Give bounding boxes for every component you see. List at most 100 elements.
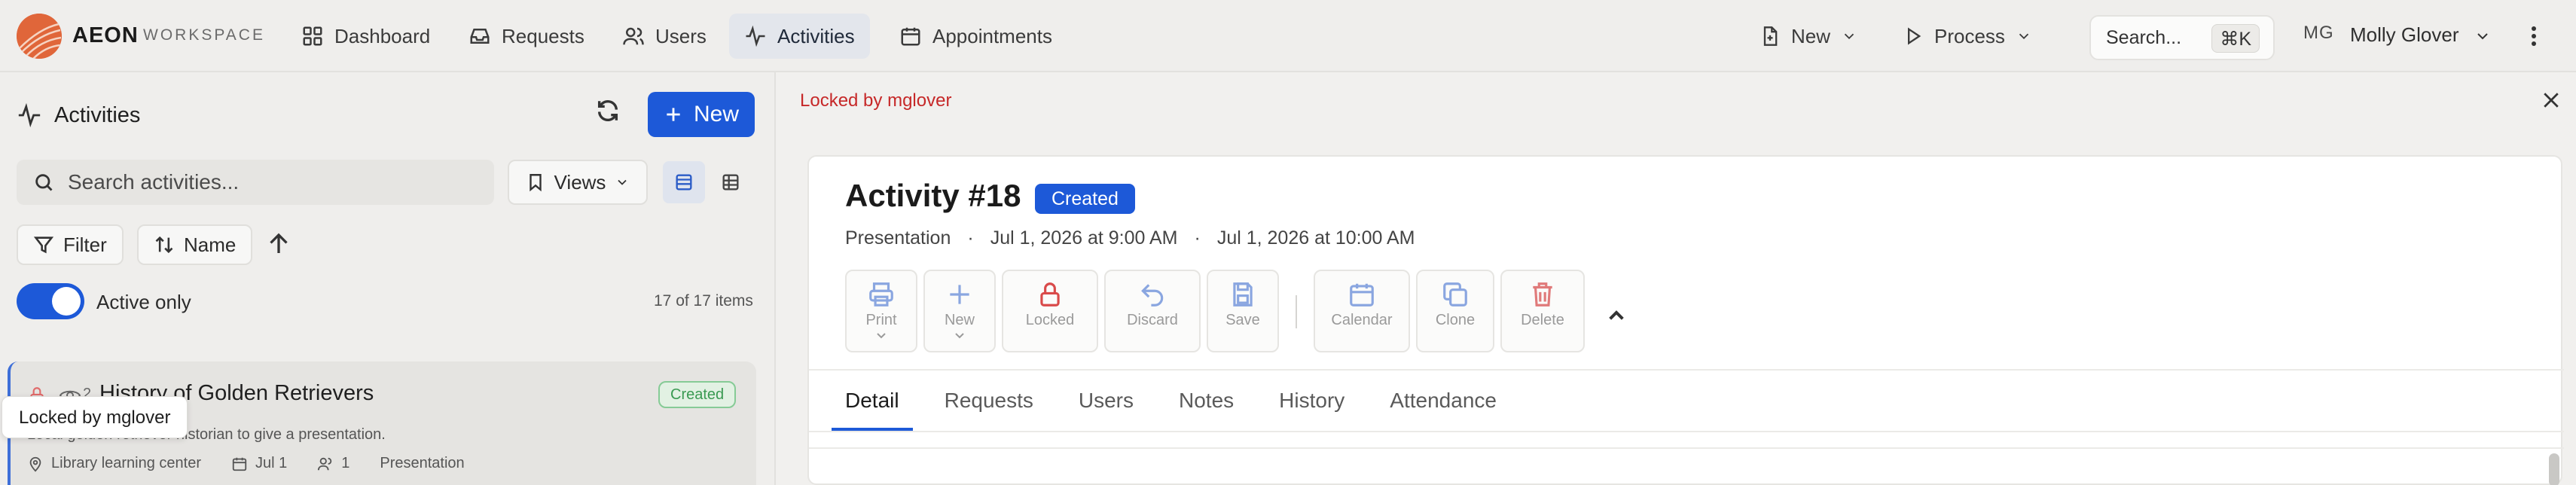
nav-label: Users — [655, 24, 707, 47]
aeon-logo[interactable] — [17, 14, 62, 59]
activity-subtitle: Presentation · Jul 1, 2026 at 9:00 AM · … — [845, 227, 1415, 249]
plus-icon — [950, 285, 969, 304]
item-meta: Library learning center Jul 1 1 Presenta… — [27, 455, 465, 472]
printer-icon — [869, 282, 893, 307]
panel-header: Activities — [17, 102, 140, 128]
user-name[interactable]: Molly Glover — [2350, 23, 2458, 47]
chevron-down-icon[interactable] — [2474, 27, 2492, 45]
nav-label: Appointments — [932, 24, 1052, 47]
record-toolbar: Print New Locked Discard Save Calendar C… — [845, 270, 1631, 352]
activity-type: Presentation — [845, 227, 951, 249]
activity-icon — [746, 25, 765, 47]
tab-notes[interactable]: Notes — [1165, 371, 1247, 431]
lock-tooltip: Locked by mglover — [2, 396, 188, 438]
plus-icon — [667, 108, 680, 121]
tab-detail[interactable]: Detail — [832, 371, 913, 431]
views-dropdown[interactable]: Views — [508, 160, 648, 205]
process-menu-button[interactable]: Process — [1903, 14, 2032, 59]
chevron-down-icon — [618, 179, 627, 185]
copy-icon — [1443, 282, 1467, 307]
status-badge: Created — [1035, 184, 1135, 214]
new-record-label: New — [944, 312, 975, 328]
close-icon[interactable] — [2540, 89, 2562, 111]
clone-button[interactable]: Clone — [1416, 270, 1494, 352]
active-only-label: Active only — [96, 291, 191, 313]
grid-icon — [303, 26, 322, 46]
sort-icon — [155, 236, 173, 254]
new-activity-button[interactable]: New — [648, 92, 755, 137]
locked-label: Locked — [1025, 312, 1075, 328]
separator: · — [1194, 227, 1201, 249]
active-only-toggle[interactable] — [17, 283, 84, 319]
discard-label: Discard — [1127, 312, 1178, 328]
chevron-down-icon — [955, 333, 964, 339]
brand-subtitle: WORKSPACE — [143, 26, 265, 44]
item-count: 17 of 17 items — [654, 292, 753, 310]
activity-title: Activity #18 — [845, 178, 1021, 213]
sort-label: Name — [184, 233, 237, 256]
item-location: Library learning center — [51, 455, 201, 471]
activity-icon — [18, 102, 41, 128]
locked-message: Locked by mglover — [800, 90, 952, 111]
undo-icon — [1141, 284, 1164, 307]
chevron-down-icon — [2019, 33, 2029, 40]
tab-history[interactable]: History — [1265, 371, 1358, 431]
list-view-icon — [676, 174, 692, 191]
calendar-icon — [901, 27, 920, 46]
tab-users[interactable]: Users — [1065, 371, 1147, 431]
item-attendees: 1 — [341, 455, 350, 471]
view-mode-toggle — [663, 161, 752, 203]
nav-label: Dashboard — [334, 24, 431, 47]
users-icon — [318, 457, 332, 470]
activity-detail-card: Activity #18 Created Presentation · Jul … — [807, 155, 2564, 485]
tab-attendance[interactable]: Attendance — [1376, 371, 1510, 431]
tab-requests[interactable]: Requests — [931, 371, 1047, 431]
search-icon — [35, 174, 53, 191]
file-plus-icon — [1763, 26, 1778, 46]
sort-field-button[interactable]: Name — [137, 224, 253, 265]
print-label: Print — [865, 312, 897, 328]
play-icon — [1908, 27, 1921, 45]
nav-appointments[interactable]: Appointments — [884, 14, 1067, 59]
search-shortcut: ⌘K — [2211, 24, 2260, 53]
global-search[interactable]: Search... ⌘K — [2089, 15, 2275, 60]
search-input[interactable] — [68, 170, 475, 194]
nav-activities[interactable]: Activities — [729, 14, 870, 59]
tab-content — [809, 447, 2564, 485]
activity-search — [17, 160, 494, 205]
refresh-icon — [597, 100, 618, 121]
print-button[interactable]: Print — [845, 270, 917, 352]
top-bar: AEON WORKSPACE Dashboard Requests Users … — [0, 0, 2576, 72]
table-view-button[interactable] — [710, 161, 752, 203]
global-search-label: Search... — [2106, 26, 2182, 48]
new-menu-button[interactable]: New — [1760, 14, 1857, 59]
delete-label: Delete — [1521, 312, 1564, 328]
avatar[interactable]: MG — [2303, 23, 2334, 44]
new-record-button[interactable]: New — [923, 270, 996, 352]
nav-users[interactable]: Users — [607, 14, 722, 59]
clone-label: Clone — [1435, 312, 1476, 328]
calendar-button[interactable]: Calendar — [1314, 270, 1410, 352]
save-button[interactable]: Save — [1207, 270, 1279, 352]
scrollbar[interactable] — [2549, 453, 2559, 485]
chevron-down-icon — [1844, 33, 1854, 40]
views-label: Views — [554, 170, 606, 194]
save-icon — [1233, 282, 1253, 307]
filter-label: Filter — [63, 233, 107, 256]
activities-list-panel: Activities New Views Filter Name Active … — [0, 72, 776, 485]
more-vertical-icon[interactable] — [2525, 23, 2543, 50]
new-menu-label: New — [1791, 24, 1831, 47]
refresh-button[interactable] — [595, 98, 628, 131]
list-view-button[interactable] — [663, 161, 705, 203]
locked-button[interactable]: Locked — [1002, 270, 1098, 352]
filter-button[interactable]: Filter — [17, 224, 124, 265]
chevron-up-icon[interactable] — [1601, 301, 1631, 331]
new-activity-label: New — [693, 102, 739, 127]
nav-dashboard[interactable]: Dashboard — [286, 14, 445, 59]
item-type: Presentation — [380, 455, 465, 471]
delete-button[interactable]: Delete — [1500, 270, 1585, 352]
nav-requests[interactable]: Requests — [453, 14, 600, 59]
discard-button[interactable]: Discard — [1104, 270, 1201, 352]
arrow-up-icon[interactable] — [265, 230, 292, 258]
nav-label: Activities — [777, 24, 855, 47]
